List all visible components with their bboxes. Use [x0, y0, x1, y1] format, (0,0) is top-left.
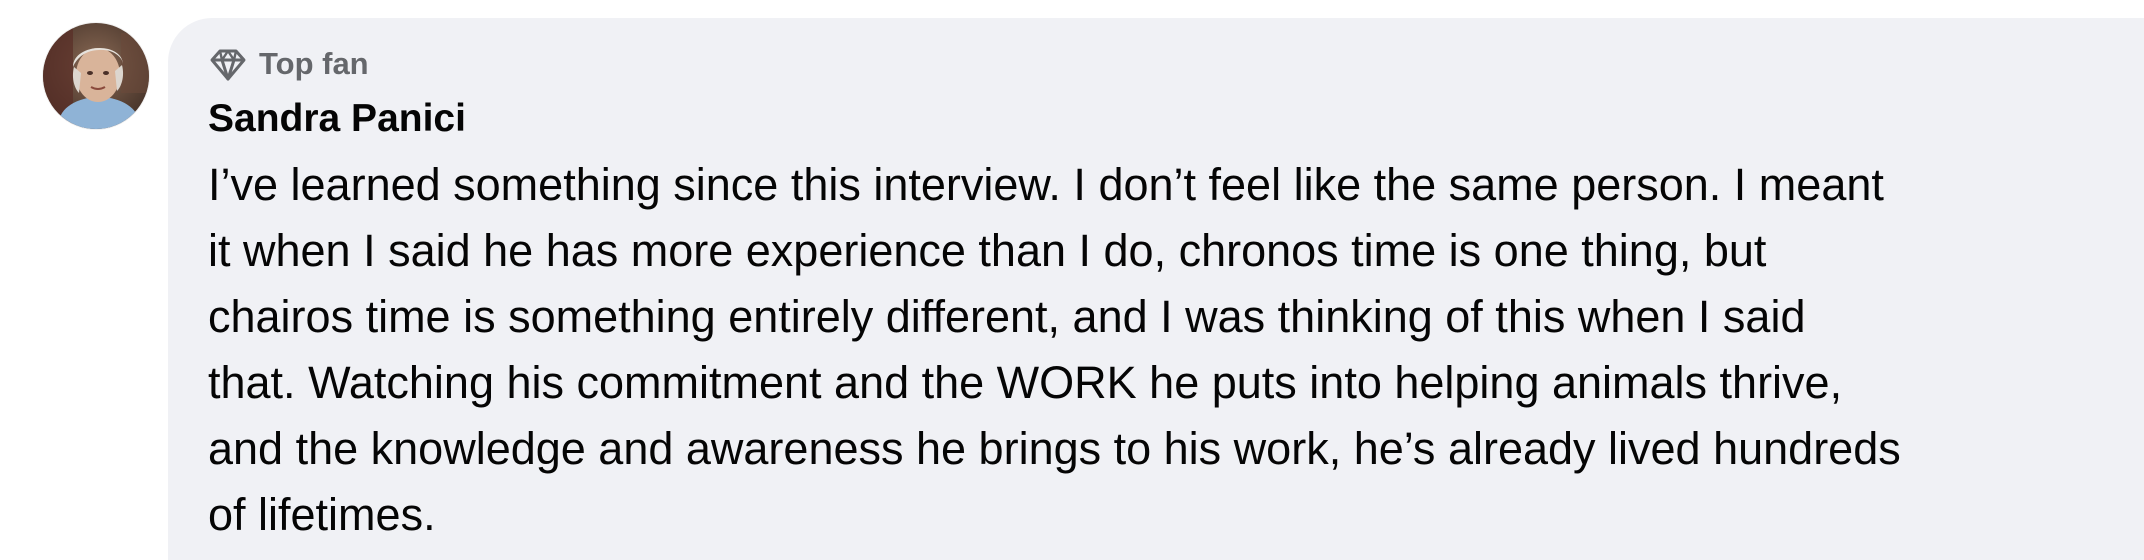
badge-label: Top fan: [259, 46, 369, 81]
comment-text: I’ve learned something since this interv…: [208, 152, 2108, 548]
comment-text-line: chairos time is something entirely diffe…: [208, 291, 1806, 342]
comment-text-line: that. Watching his commitment and the WO…: [208, 357, 1843, 408]
comment-text-line: and the knowledge and awareness he bring…: [208, 423, 1901, 474]
diamond-icon: [208, 44, 248, 84]
comment-bubble: Top fan Sandra Panici I’ve learned somet…: [168, 18, 2144, 560]
comment-text-line: it when I said he has more experience th…: [208, 225, 1767, 276]
avatar[interactable]: [43, 23, 149, 129]
comment-text-line: of lifetimes.: [208, 489, 436, 540]
comment-text-line: I’ve learned something since this interv…: [208, 159, 1884, 210]
avatar-photo: [43, 23, 149, 129]
comment-author[interactable]: Sandra Panici: [208, 94, 466, 144]
top-fan-badge[interactable]: Top fan: [208, 44, 369, 84]
